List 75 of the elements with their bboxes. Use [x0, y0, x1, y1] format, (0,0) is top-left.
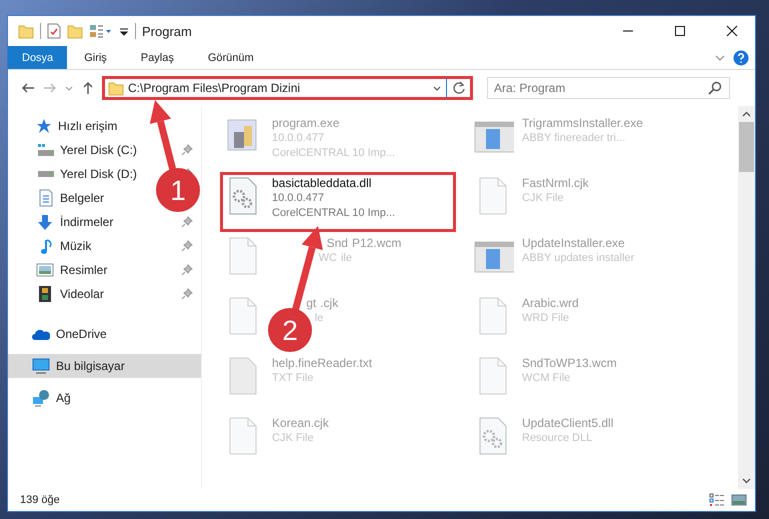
- item-count: 139 öğe: [20, 494, 60, 506]
- sidebar-item[interactable]: Belgeler: [8, 186, 112, 210]
- music-note-icon: [38, 238, 52, 254]
- step-marker: [268, 308, 312, 352]
- star-icon: [34, 118, 52, 134]
- file-name: gt: [306, 296, 316, 311]
- sidebar-item[interactable]: Müzik: [8, 234, 201, 258]
- file-detail: WCM File: [522, 371, 570, 386]
- window-title: Program: [142, 24, 192, 38]
- sidebar-item[interactable]: İndirmeler: [8, 210, 201, 234]
- file-name: .cjk: [320, 296, 338, 311]
- file-detail: CorelCENTRAL 10 Imp...: [272, 146, 396, 161]
- file-name: Snd: [326, 236, 348, 251]
- file-detail: ABBY finereader tri...: [522, 131, 626, 146]
- file-detail: CJK File: [272, 431, 314, 446]
- file-detail: le: [314, 311, 324, 326]
- address-path: C:\Program Files\Program Dizini: [128, 81, 300, 95]
- step-number: 1: [170, 175, 186, 206]
- file-detail: 10.0.0.477: [272, 131, 324, 146]
- step-marker: [156, 168, 200, 212]
- help-icon[interactable]: [733, 50, 749, 66]
- drive-icon: [36, 143, 54, 157]
- file-detail: Resource DLL: [522, 431, 592, 446]
- file-name: Korean.cjk: [272, 416, 329, 431]
- large-icons-view-icon[interactable]: [731, 493, 747, 507]
- picture-icon: [36, 262, 54, 278]
- folder-icon[interactable]: [18, 23, 34, 39]
- refresh-icon[interactable]: [451, 80, 467, 96]
- network-icon: [32, 389, 50, 407]
- file-name: P12.wcm: [352, 236, 402, 251]
- scroll-thumb[interactable]: [739, 122, 754, 172]
- scrollbar[interactable]: [738, 106, 755, 489]
- sidebar-item[interactable]: Bu bilgisayar: [8, 354, 201, 378]
- file-name: program.exe: [272, 116, 340, 131]
- file-name: TrigrammsInstaller.exe: [522, 116, 643, 131]
- sidebar-item[interactable]: OneDrive: [8, 322, 115, 346]
- details-view-icon[interactable]: [709, 493, 725, 507]
- file-item[interactable]: basictableddata.dll 10.0.0.477 CorelCENTRAL 10 Imp...: [220, 172, 456, 232]
- file-detail: 10.0.0.477: [272, 191, 324, 206]
- file-detail: WC: [318, 251, 337, 266]
- film-icon: [37, 285, 53, 303]
- drive-icon: [36, 170, 54, 178]
- ribbon-tab[interactable]: Paylaş: [124, 46, 191, 69]
- download-arrow-icon: [36, 214, 54, 230]
- search-icon[interactable]: [708, 81, 722, 95]
- ribbon-tab[interactable]: Giriş: [67, 46, 124, 69]
- computer-icon: [32, 357, 50, 375]
- sidebar-item[interactable]: Yerel Disk (C:): [8, 138, 201, 162]
- file-name: UpdateInstaller.exe: [522, 236, 625, 251]
- sidebar-item[interactable]: Ağ: [8, 386, 79, 410]
- folder-icon: [108, 80, 124, 96]
- ribbon-tab[interactable]: Dosya: [8, 46, 68, 69]
- file-detail: ile: [340, 251, 352, 266]
- document-icon: [37, 189, 53, 207]
- file-name: FastNrml.cjk: [522, 176, 589, 191]
- file-name: basictableddata.dll: [272, 176, 372, 191]
- step-number: 2: [282, 315, 298, 346]
- sidebar-item[interactable]: Videolar: [8, 282, 201, 306]
- address-bar[interactable]: C:\Program Files\Program Dizini: [102, 76, 473, 100]
- file-detail: CorelCENTRAL 10 Imp...: [272, 206, 396, 221]
- file-detail: CJK File: [522, 191, 564, 206]
- properties-icon[interactable]: [47, 23, 61, 39]
- view-layout-icon[interactable]: [89, 23, 113, 39]
- ribbon-tab[interactable]: Görünüm: [190, 46, 271, 69]
- file-detail: TXT File: [272, 371, 314, 386]
- search-field[interactable]: Ara: Program: [487, 77, 730, 99]
- file-name: SndToWP13.wcm: [522, 356, 617, 371]
- sidebar-item[interactable]: Resimler: [8, 258, 201, 282]
- file-detail: ABBY updates installer: [522, 251, 634, 266]
- file-name: help.fineReader.txt: [272, 356, 372, 371]
- file-name: UpdateClient5.dll: [522, 416, 614, 431]
- sidebar-item[interactable]: Hızlı erişim: [8, 114, 126, 138]
- file-detail: WRD File: [522, 311, 570, 326]
- file-name: Arabic.wrd: [522, 296, 579, 311]
- new-folder-icon[interactable]: [67, 23, 83, 39]
